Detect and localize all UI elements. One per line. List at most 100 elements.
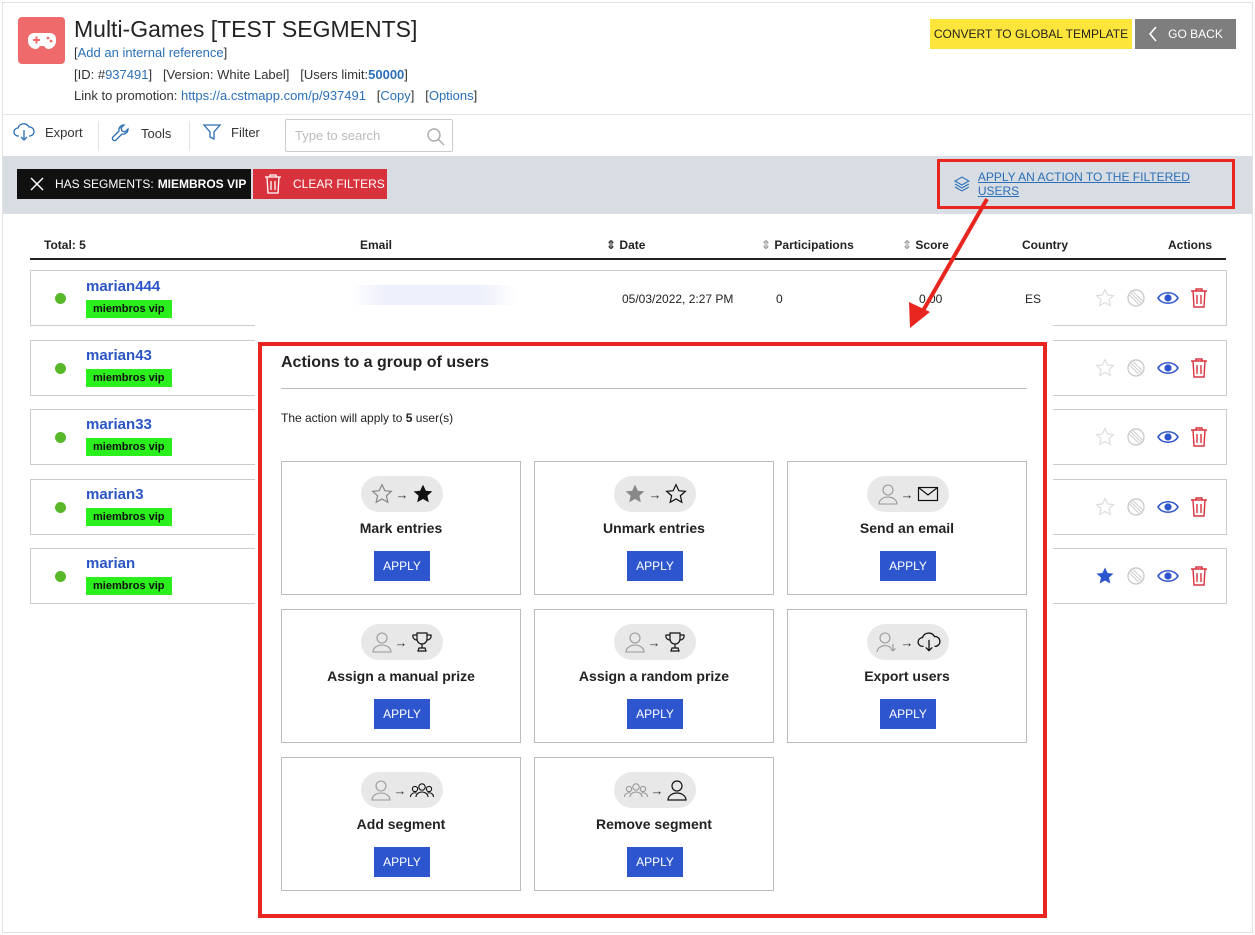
remove-segment-card: → Remove segment APPLY [534,757,774,891]
trash-icon[interactable] [1189,426,1209,448]
trash-icon[interactable] [1189,565,1209,587]
eye-icon[interactable] [1157,567,1179,585]
user-name-link[interactable]: marian43 [86,347,152,364]
search-input[interactable] [295,128,425,143]
ban-icon[interactable] [1126,497,1146,517]
apply-action-filtered-users-link[interactable]: APPLY AN ACTION TO THE FILTERED USERS [937,159,1235,209]
arrow-right-icon: → [394,634,408,650]
mark-entries-card: → Mark entries APPLY [281,461,521,595]
ban-icon[interactable] [1126,427,1146,447]
search-box [285,119,453,152]
arrow-right-icon: → [647,634,661,650]
go-back-button[interactable]: GO BACK [1135,19,1236,49]
status-dot [55,363,66,374]
group-icon [409,783,434,798]
segment-filter-chip[interactable]: HAS SEGMENTS: MIEMBROS VIP [17,169,251,199]
apply-manual-prize-button[interactable]: APPLY [374,699,430,729]
apply-random-prize-button[interactable]: APPLY [627,699,683,729]
promo-url-link[interactable]: https://a.cstmapp.com/p/937491 [181,88,366,103]
trash-icon[interactable] [1189,496,1209,518]
filter-button[interactable]: Filter [203,123,260,141]
search-icon[interactable] [426,127,446,147]
eye-icon[interactable] [1157,428,1179,446]
tools-button[interactable]: Tools [111,123,171,143]
user-name-link[interactable]: marian444 [86,278,160,295]
export-button[interactable]: Export [13,123,83,141]
ban-icon[interactable] [1126,288,1146,308]
arrow-right-icon: → [648,486,662,502]
eye-icon[interactable] [1157,359,1179,377]
unmark-entries-card: → Unmark entries APPLY [534,461,774,595]
toolbar-divider [189,121,190,151]
sort-icon: ⇕ [902,238,913,252]
score-header[interactable]: ⇕ Score [902,238,949,252]
trophy-icon [664,632,685,652]
star-outline-icon[interactable] [1095,358,1115,378]
apply-send-email-button[interactable]: APPLY [880,551,936,581]
card-label: Add segment [356,816,446,832]
star-outline-icon[interactable] [1095,288,1115,308]
action-icon-pill: → [614,476,696,512]
user-name-link[interactable]: marian3 [86,486,144,503]
apply-add-segment-button[interactable]: APPLY [374,847,430,877]
star-filled-icon[interactable] [1095,566,1115,586]
status-dot [55,432,66,443]
total-header: Total: 5 [44,238,86,252]
gamepad-icon [27,32,56,49]
star-outline-icon [664,483,687,504]
wrench-icon [111,124,129,142]
action-icon-pill: → [867,476,949,512]
user-name-link[interactable]: marian [86,555,135,572]
country-header: Country [1022,238,1068,252]
ban-icon[interactable] [1126,358,1146,378]
score-value: 0.00 [919,292,943,306]
action-icon-pill: → [361,476,443,512]
options-link[interactable]: Options [429,88,474,103]
action-icon-pill: → [867,624,949,660]
user-icon [624,632,645,653]
email-value-blurred [351,285,516,305]
card-label: Assign a random prize [578,668,730,684]
active-filters-bar: HAS SEGMENTS: MIEMBROS VIP CLEAR FILTERS… [3,156,1252,214]
arrow-right-icon: → [900,486,914,502]
apply-mark-entries-button[interactable]: APPLY [374,551,430,581]
internal-ref-line: [Add an internal reference] [74,45,228,60]
segment-tag: miembros vip [86,508,172,526]
user-name-link[interactable]: marian33 [86,416,152,433]
cloud-download-icon [13,123,35,141]
action-icon-pill: → [361,772,443,808]
apply-unmark-entries-button[interactable]: APPLY [627,551,683,581]
star-outline-icon[interactable] [1095,497,1115,517]
users-limit-value: 50000 [368,67,405,82]
table-row[interactable]: marian444 miembros vip 05/03/2022, 2:27 … [30,270,1227,326]
card-label: Mark entries [359,520,443,536]
ban-icon[interactable] [1126,566,1146,586]
card-label: Unmark entries [603,520,705,536]
close-icon[interactable] [29,176,45,192]
user-icon [877,484,898,505]
email-header[interactable]: Email [360,238,392,252]
eye-icon[interactable] [1157,289,1179,307]
action-icon-pill: → [361,624,443,660]
date-header[interactable]: ⇕ Date [606,238,645,252]
trash-icon[interactable] [1189,357,1209,379]
participations-value: 0 [776,292,783,306]
trash-icon[interactable] [1189,287,1209,309]
apply-remove-segment-button[interactable]: APPLY [627,847,683,877]
star-filled-icon [413,484,432,503]
internal-ref-link[interactable]: Add an internal reference [78,45,224,60]
promo-line: Link to promotion: https://a.cstmapp.com… [74,88,478,103]
eye-icon[interactable] [1157,498,1179,516]
id-link[interactable]: 937491 [105,67,148,82]
participations-header[interactable]: ⇕ Participations [761,238,854,252]
export-users-card: → Export users APPLY [787,609,1027,743]
convert-template-button[interactable]: CONVERT TO GLOBAL TEMPLATE [930,19,1132,49]
arrow-right-icon: → [393,782,407,798]
modal-title: Actions to a group of users [281,354,490,371]
user-icon [666,780,687,801]
toolbar-divider [98,121,99,151]
copy-link[interactable]: Copy [380,88,410,103]
clear-filters-button[interactable]: CLEAR FILTERS [253,169,387,199]
apply-export-users-button[interactable]: APPLY [880,699,936,729]
star-outline-icon[interactable] [1095,427,1115,447]
